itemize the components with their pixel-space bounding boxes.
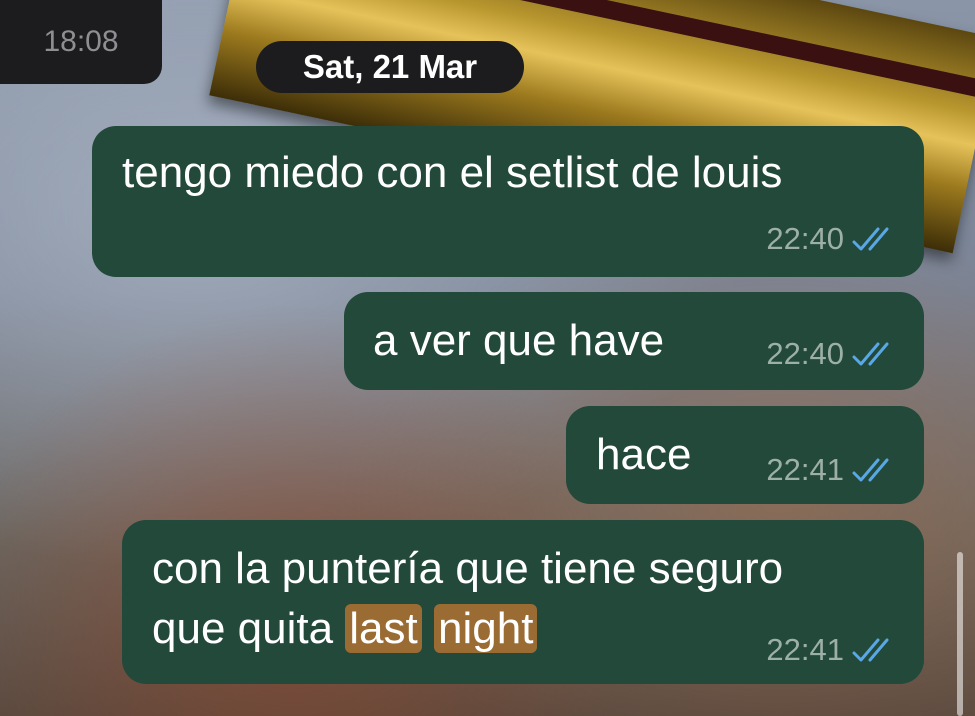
- message-bubble-3[interactable]: hace 22:41: [566, 406, 924, 504]
- message-time: 22:41: [766, 452, 844, 487]
- message-time: 22:40: [766, 221, 844, 256]
- message-time: 22:40: [766, 336, 844, 371]
- message-text: tengo miedo con el setlist de louis: [122, 148, 783, 197]
- message-meta: 22:40: [766, 336, 898, 372]
- double-check-icon: [852, 227, 889, 251]
- message-bubble-4[interactable]: con la puntería que tiene seguro que qui…: [122, 520, 924, 684]
- status-time: 18:08: [0, 0, 162, 84]
- double-check-icon: [852, 342, 889, 366]
- message-text-line2: que quita last night: [152, 600, 538, 658]
- message-time: 22:41: [766, 632, 844, 667]
- message-meta: 22:40: [766, 221, 898, 257]
- search-highlight-night: night: [434, 604, 538, 653]
- message-text-prefix: que quita: [152, 604, 346, 653]
- double-check-icon: [852, 458, 889, 482]
- message-bubble-1[interactable]: tengo miedo con el setlist de louis 22:4…: [92, 126, 924, 277]
- message-meta: 22:41: [766, 632, 898, 668]
- message-text: hace: [596, 430, 692, 479]
- date-separator: Sat, 21 Mar: [256, 41, 524, 93]
- message-meta: 22:41: [766, 452, 898, 488]
- double-check-icon: [852, 638, 889, 662]
- search-highlight-last: last: [345, 604, 422, 653]
- message-bubble-2[interactable]: a ver que have 22:40: [344, 292, 924, 390]
- message-text-line1: con la puntería que tiene seguro: [152, 544, 784, 593]
- scrollbar[interactable]: [957, 552, 963, 716]
- message-text: a ver que have: [373, 316, 665, 365]
